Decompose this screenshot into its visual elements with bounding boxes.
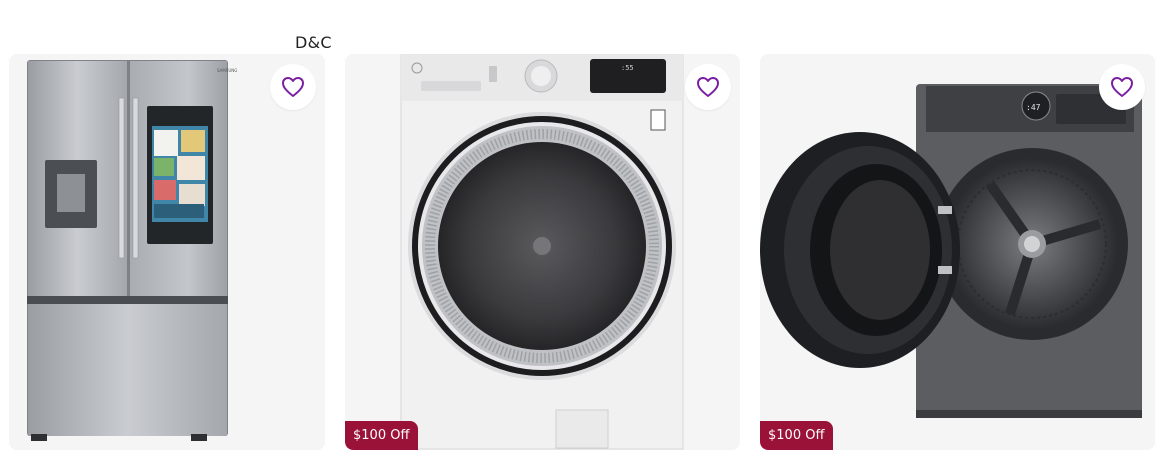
- favorite-button[interactable]: [270, 64, 316, 110]
- brand-label: D&C: [295, 33, 332, 52]
- favorite-button[interactable]: [1099, 64, 1145, 110]
- heart-outline-icon: [1111, 77, 1133, 97]
- svg-text:SAMSUNG: SAMSUNG: [217, 68, 237, 73]
- heart-outline-icon: [697, 77, 719, 97]
- heart-outline-icon: [282, 77, 304, 97]
- product-card-white-washer[interactable]: :55 $100 Off: [345, 54, 740, 450]
- product-image-white-washer[interactable]: :55: [345, 54, 740, 450]
- favorite-button[interactable]: [685, 64, 731, 110]
- svg-text::47: :47: [1026, 103, 1041, 112]
- product-image-refrigerator[interactable]: SAMSUNG: [9, 54, 325, 450]
- product-image-titanium-washer[interactable]: :47: [760, 54, 1155, 450]
- discount-badge: $100 Off: [345, 421, 419, 450]
- product-card-titanium-washer[interactable]: :47 $100 Off: [760, 54, 1155, 450]
- svg-text::55: :55: [621, 64, 634, 72]
- product-card-refrigerator[interactable]: SAMSUNG: [9, 54, 325, 450]
- discount-badge: $100 Off: [760, 421, 834, 450]
